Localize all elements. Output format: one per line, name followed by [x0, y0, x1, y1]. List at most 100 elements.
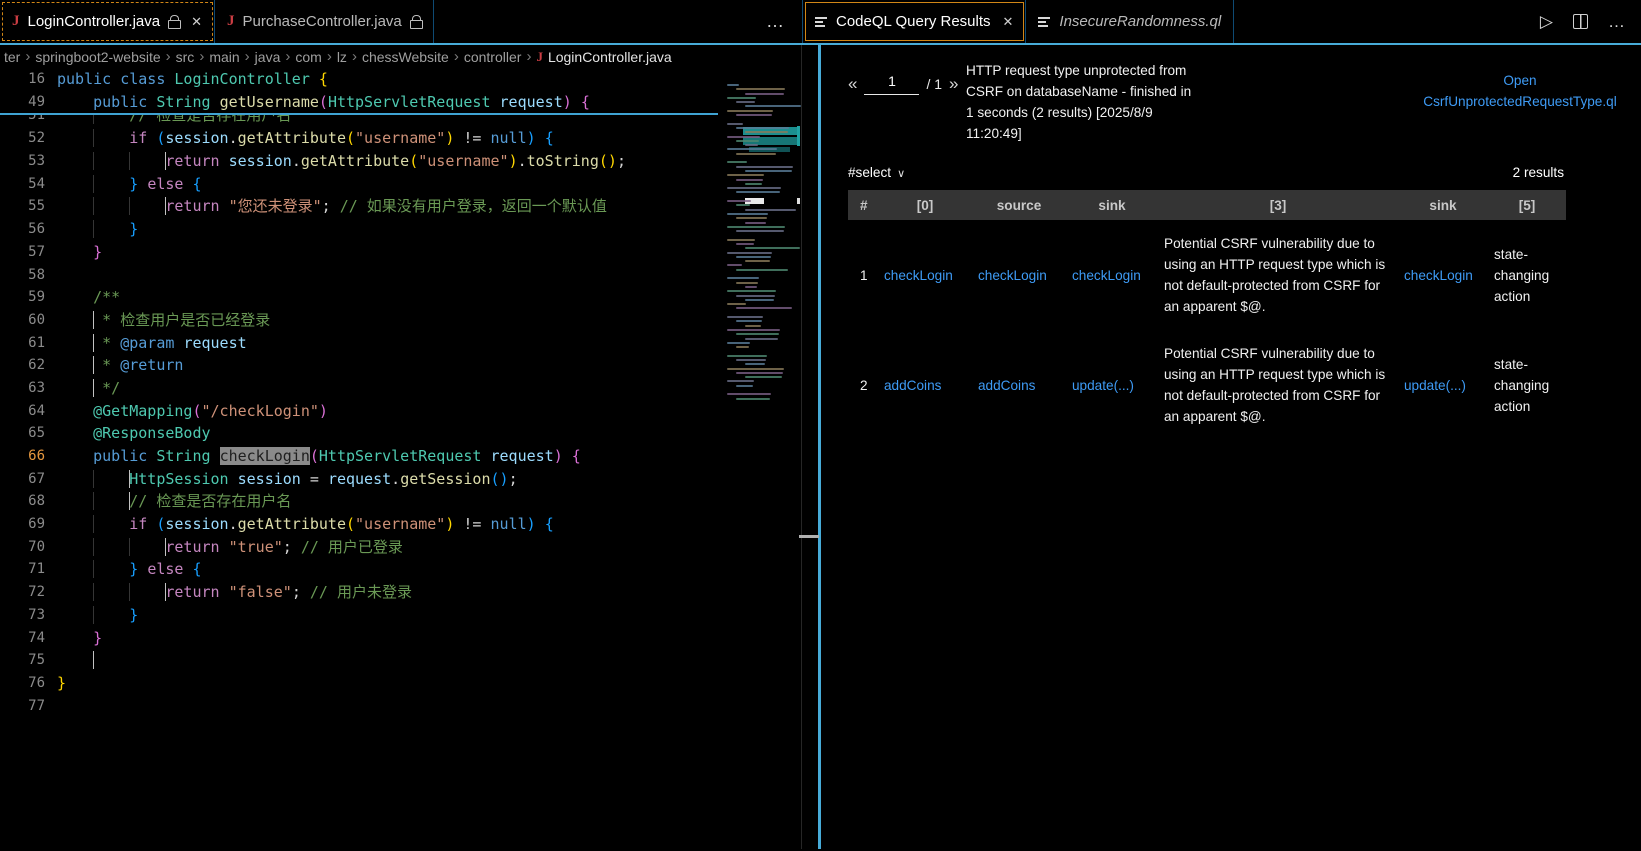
- line-number: 57: [0, 241, 45, 264]
- open-query-file-link[interactable]: Open CsrfUnprotectedRequestType.ql: [1399, 70, 1641, 112]
- result-link[interactable]: checkLogin: [978, 268, 1047, 283]
- code-line-75[interactable]: 75: [0, 649, 801, 672]
- breadcrumb-item[interactable]: java: [255, 49, 281, 65]
- split-editor-icon[interactable]: [1573, 14, 1588, 29]
- column-header-source[interactable]: source: [972, 190, 1066, 220]
- code-line-73[interactable]: 73 }: [0, 604, 801, 627]
- code-line-61[interactable]: 61 * @param request: [0, 332, 801, 355]
- code-line-51[interactable]: 51 // 检查是否存在用户名: [0, 115, 801, 127]
- minimap-line: [727, 290, 776, 292]
- result-link[interactable]: checkLogin: [1404, 268, 1473, 283]
- code-line-54[interactable]: 54 } else {: [0, 173, 801, 196]
- line-number: 74: [0, 627, 45, 650]
- tab-purchasecontroller[interactable]: J PurchaseController.java: [215, 0, 434, 43]
- code-line-65[interactable]: 65 @ResponseBody: [0, 422, 801, 445]
- line-number: 77: [0, 695, 45, 718]
- code-editor[interactable]: 16public class LoginController {49 publi…: [0, 68, 801, 849]
- more-actions-icon[interactable]: …: [1608, 13, 1625, 30]
- code-line-72[interactable]: 72 return "false"; // 用户未登录: [0, 581, 801, 604]
- code-line-49[interactable]: 49 public String getUsername(HttpServlet…: [0, 91, 718, 114]
- code-line-68[interactable]: 68 // 检查是否存在用户名: [0, 490, 801, 513]
- code-line-62[interactable]: 62 * @return: [0, 354, 801, 377]
- breadcrumb-item[interactable]: springboot2-website: [35, 49, 160, 65]
- column-header-3[interactable]: [3]: [1158, 190, 1398, 220]
- minimap-line: [727, 110, 773, 112]
- result-link[interactable]: addCoins: [978, 378, 1035, 393]
- breadcrumb-separator: ›: [245, 48, 250, 65]
- result-number: 2: [848, 330, 878, 440]
- column-header-sink[interactable]: sink: [1398, 190, 1488, 220]
- code-text: }: [45, 218, 138, 241]
- breadcrumb-item[interactable]: chessWebsite: [362, 49, 449, 65]
- tab-codeql-query-results[interactable]: CodeQL Query Results ✕: [803, 0, 1026, 43]
- code-line-76[interactable]: 76}: [0, 672, 801, 695]
- line-number: 73: [0, 604, 45, 627]
- breadcrumb-item[interactable]: main: [209, 49, 239, 65]
- code-text: @GetMapping("/checkLogin"): [45, 400, 328, 423]
- code-line-63[interactable]: 63 */: [0, 377, 801, 400]
- result-cell: checkLogin: [972, 220, 1066, 330]
- code-line-53[interactable]: 53 return session.getAttribute("username…: [0, 150, 801, 173]
- minimap-line: [745, 93, 784, 95]
- code-line-52[interactable]: 52 if (session.getAttribute("username") …: [0, 127, 801, 150]
- breadcrumb-item[interactable]: ter: [4, 49, 20, 65]
- breadcrumb-item[interactable]: com: [295, 49, 321, 65]
- result-link[interactable]: checkLogin: [1072, 268, 1141, 283]
- minimap[interactable]: [719, 68, 800, 418]
- code-line-74[interactable]: 74 }: [0, 627, 801, 650]
- minimap-line: [736, 333, 779, 335]
- left-editor-pane: ter›springboot2-website›src›main›java›co…: [0, 45, 802, 849]
- select-dropdown[interactable]: #select∨: [848, 165, 905, 180]
- tab-logincontroller[interactable]: J LoginController.java ✕: [0, 0, 215, 43]
- code-line-55[interactable]: 55 return "您还未登录"; // 如果没有用户登录，返回一个默认值: [0, 195, 801, 218]
- last-page-button[interactable]: »: [949, 74, 958, 94]
- sash-drag-handle[interactable]: [799, 535, 819, 538]
- minimap-line: [727, 316, 763, 318]
- code-line-57[interactable]: 57 }: [0, 241, 801, 264]
- code-line-16[interactable]: 16public class LoginController {: [0, 68, 718, 91]
- breadcrumb-item[interactable]: controller: [464, 49, 522, 65]
- minimap-line: [727, 97, 756, 99]
- code-line-77[interactable]: 77: [0, 695, 801, 718]
- right-editor-tab-group: CodeQL Query Results ✕ InsecureRandomnes…: [802, 0, 1641, 43]
- tab-insecurerandomness[interactable]: InsecureRandomness.ql: [1026, 0, 1234, 43]
- code-line-64[interactable]: 64 @GetMapping("/checkLogin"): [0, 400, 801, 423]
- result-link[interactable]: checkLogin: [884, 268, 953, 283]
- result-link[interactable]: addCoins: [884, 378, 941, 393]
- code-text: @ResponseBody: [45, 422, 211, 445]
- column-header-num[interactable]: #: [848, 190, 878, 220]
- breadcrumb-item[interactable]: src: [176, 49, 195, 65]
- breadcrumb-file[interactable]: LoginController.java: [548, 49, 672, 65]
- code-line-71[interactable]: 71 } else {: [0, 558, 801, 581]
- code-line-59[interactable]: 59 /**: [0, 286, 801, 309]
- code-line-58[interactable]: 58: [0, 264, 801, 287]
- result-link[interactable]: update(...): [1072, 378, 1134, 393]
- close-icon[interactable]: ✕: [1003, 14, 1014, 30]
- code-line-60[interactable]: 60 * 检查用户是否已经登录: [0, 309, 801, 332]
- tab-overflow-ellipsis[interactable]: …: [750, 11, 802, 32]
- line-number: 54: [0, 173, 45, 196]
- run-query-icon[interactable]: ▷: [1540, 13, 1553, 30]
- minimap-line: [736, 204, 750, 206]
- minimap-line: [736, 166, 793, 168]
- result-row: 2addCoinsaddCoinsupdate(...)Potential CS…: [848, 330, 1566, 440]
- page-number-input[interactable]: [864, 73, 919, 95]
- line-number: 67: [0, 468, 45, 491]
- code-line-70[interactable]: 70 return "true"; // 用户已登录: [0, 536, 801, 559]
- code-line-56[interactable]: 56 }: [0, 218, 801, 241]
- column-header-sink[interactable]: sink: [1066, 190, 1158, 220]
- column-header-5[interactable]: [5]: [1488, 190, 1566, 220]
- code-line-66[interactable]: 66 public String checkLogin(HttpServletR…: [0, 445, 801, 468]
- code-line-69[interactable]: 69 if (session.getAttribute("username") …: [0, 513, 801, 536]
- code-text: if (session.getAttribute("username") != …: [45, 513, 554, 536]
- line-number: 63: [0, 377, 45, 400]
- lock-icon: [168, 15, 179, 29]
- first-page-button[interactable]: «: [848, 74, 857, 94]
- line-number: 51: [0, 115, 45, 127]
- column-header-0[interactable]: [0]: [878, 190, 972, 220]
- minimap-line: [745, 286, 757, 288]
- close-icon[interactable]: ✕: [191, 14, 202, 30]
- breadcrumb-item[interactable]: lz: [337, 49, 347, 65]
- code-line-67[interactable]: 67 HttpSession session = request.getSess…: [0, 468, 801, 491]
- result-link[interactable]: update(...): [1404, 378, 1466, 393]
